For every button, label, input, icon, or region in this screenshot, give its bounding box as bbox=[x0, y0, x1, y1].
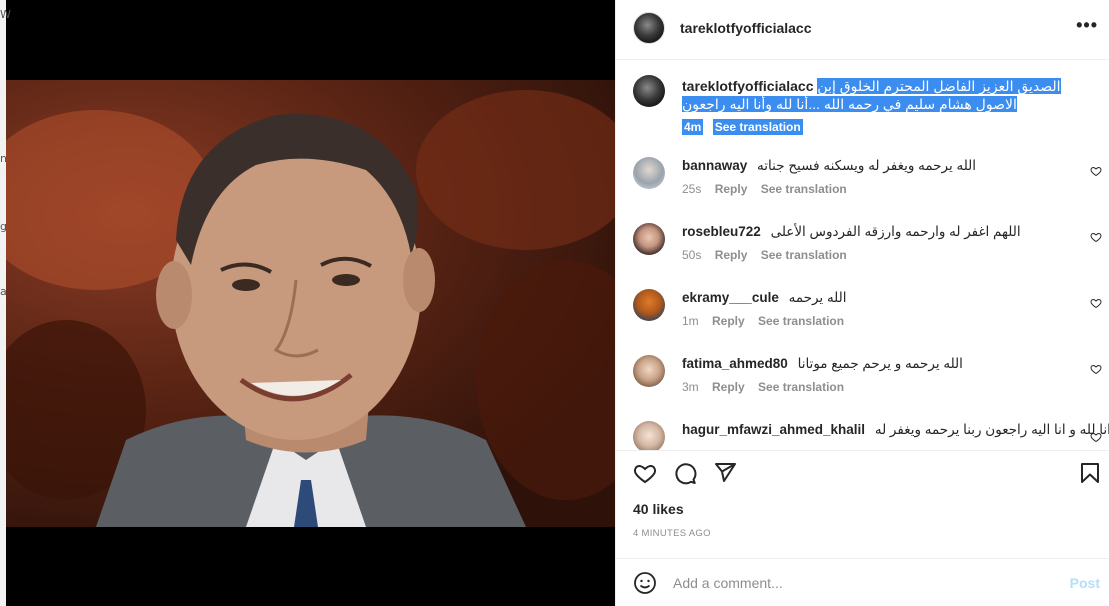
post-photo[interactable] bbox=[6, 80, 615, 527]
add-comment-bar: Add a comment... Post bbox=[616, 558, 1109, 606]
reply-button[interactable]: Reply bbox=[715, 248, 748, 262]
see-translation-link[interactable]: See translation bbox=[758, 380, 844, 394]
comment-username[interactable]: rosebleu722 bbox=[682, 224, 761, 239]
comment-username[interactable]: ekramy___cule bbox=[682, 290, 779, 305]
comment-item: ekramy___cule الله يرحمه 1m Reply See tr… bbox=[616, 289, 1109, 349]
comment-meta: 50s Reply See translation bbox=[682, 248, 847, 262]
comment-line: rosebleu722 اللهم اغفر له وارحمه وارزقه … bbox=[682, 223, 1082, 241]
see-translation-link[interactable]: See translation bbox=[761, 182, 847, 196]
caption-see-translation[interactable]: See translation bbox=[712, 119, 803, 135]
comment-meta: 25s Reply See translation bbox=[682, 182, 847, 196]
bookmark-icon[interactable] bbox=[1078, 461, 1102, 485]
reply-button[interactable]: Reply bbox=[715, 182, 748, 196]
commenter-avatar[interactable] bbox=[633, 289, 665, 321]
add-comment-input[interactable]: Add a comment... bbox=[673, 575, 783, 591]
commenter-avatar[interactable] bbox=[633, 157, 665, 189]
commenter-avatar[interactable] bbox=[633, 223, 665, 255]
commenter-avatar[interactable] bbox=[633, 421, 665, 450]
share-icon[interactable] bbox=[713, 461, 737, 485]
comment-text: الله يرحمه ويغفر له ويسكنه فسيح جناته bbox=[757, 158, 977, 173]
comment-text: الله يرحمه bbox=[788, 290, 847, 305]
comment-username[interactable]: hagur_mfawzi_ahmed_khalil bbox=[682, 422, 865, 437]
heart-icon[interactable] bbox=[1090, 431, 1102, 443]
comment-item: rosebleu722 اللهم اغفر له وارحمه وارزقه … bbox=[616, 223, 1109, 283]
caption-text-block: tareklotfyofficialacc الصديق العزيز الفا… bbox=[682, 77, 1092, 113]
heart-icon[interactable] bbox=[1090, 363, 1102, 375]
comment-text: الله يرحمه و يرحم جميع موتانا bbox=[797, 356, 963, 371]
likes-count[interactable]: 40 likes bbox=[633, 501, 684, 517]
portrait-illustration bbox=[6, 90, 615, 527]
caption-time: 4m bbox=[682, 119, 704, 135]
heart-icon[interactable] bbox=[633, 461, 657, 485]
caption-avatar[interactable] bbox=[633, 75, 665, 107]
comment-line: hagur_mfawzi_ahmed_khalil انا لله و انا … bbox=[682, 421, 1109, 439]
commenter-avatar[interactable] bbox=[633, 355, 665, 387]
comment-time: 3m bbox=[682, 380, 699, 394]
author-avatar[interactable] bbox=[633, 12, 665, 44]
comment-item: bannaway الله يرحمه ويغفر له ويسكنه فسيح… bbox=[616, 157, 1109, 217]
author-username[interactable]: tareklotfyofficialacc bbox=[680, 20, 812, 36]
caption-username[interactable]: tareklotfyofficialacc bbox=[682, 78, 814, 94]
emoji-icon[interactable] bbox=[633, 571, 657, 595]
comment-icon[interactable] bbox=[673, 461, 697, 485]
comment-meta: 3m Reply See translation bbox=[682, 380, 844, 394]
caption-meta: 4m See translation bbox=[682, 119, 803, 135]
post-panel: tareklotfyofficialacc ••• tareklotfyoffi… bbox=[615, 0, 1109, 606]
comment-item: hagur_mfawzi_ahmed_khalil انا لله و انا … bbox=[616, 421, 1109, 450]
see-translation-link[interactable]: See translation bbox=[761, 248, 847, 262]
edge-char: W bbox=[0, 8, 11, 21]
heart-icon[interactable] bbox=[1090, 231, 1102, 243]
comment-text: انا لله و انا اليه راجعون ربنا يرحمه ويغ… bbox=[874, 422, 1109, 437]
more-icon[interactable]: ••• bbox=[1076, 15, 1098, 36]
heart-icon[interactable] bbox=[1090, 165, 1102, 177]
post-header: tareklotfyofficialacc ••• bbox=[616, 0, 1109, 60]
reply-button[interactable]: Reply bbox=[712, 314, 745, 328]
comment-line: fatima_ahmed80 الله يرحمه و يرحم جميع مو… bbox=[682, 355, 1082, 373]
comment-time: 25s bbox=[682, 182, 702, 196]
comment-line: ekramy___cule الله يرحمه bbox=[682, 289, 1082, 307]
comment-item: fatima_ahmed80 الله يرحمه و يرحم جميع مو… bbox=[616, 355, 1109, 415]
post-timestamp: 4 MINUTES AGO bbox=[633, 528, 711, 539]
comment-username[interactable]: fatima_ahmed80 bbox=[682, 356, 788, 371]
comment-meta: 1m Reply See translation bbox=[682, 314, 844, 328]
comment-username[interactable]: bannaway bbox=[682, 158, 747, 173]
comment-line: bannaway الله يرحمه ويغفر له ويسكنه فسيح… bbox=[682, 157, 1082, 175]
heart-icon[interactable] bbox=[1090, 297, 1102, 309]
see-translation-link[interactable]: See translation bbox=[758, 314, 844, 328]
reply-button[interactable]: Reply bbox=[712, 380, 745, 394]
comment-text: اللهم اغفر له وارحمه وارزقه الفردوس الأع… bbox=[770, 224, 1021, 239]
post-comment-button[interactable]: Post bbox=[1070, 575, 1100, 591]
post-actions: 40 likes 4 MINUTES AGO bbox=[616, 450, 1109, 540]
comment-time: 50s bbox=[682, 248, 702, 262]
comment-time: 1m bbox=[682, 314, 699, 328]
